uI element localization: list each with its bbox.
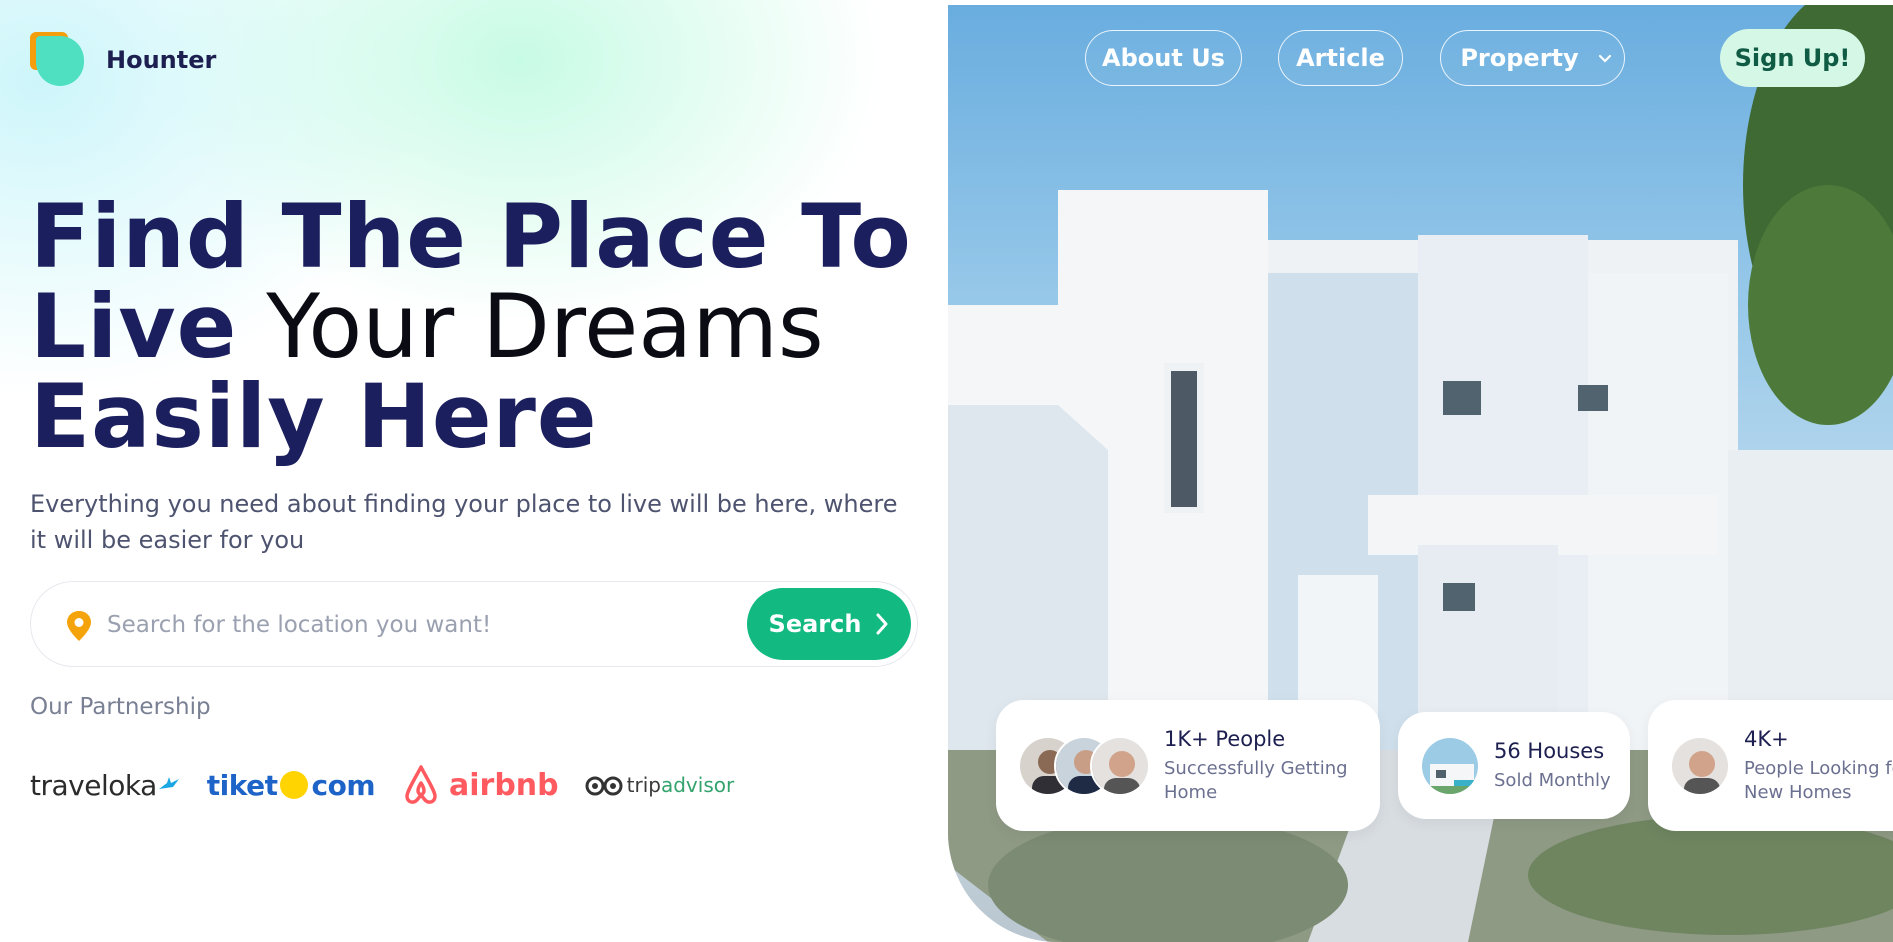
stat-title: 1K+ People — [1164, 726, 1286, 751]
search-button-label: Search — [768, 610, 862, 638]
traveloka-logo: traveloka — [30, 769, 181, 802]
stat-card-people: 1K+ People Successfully Getting Home — [996, 700, 1380, 831]
stat-card-houses: 56 Houses Sold Monthly — [1398, 712, 1630, 819]
hero-line-2-thin: Your Dreams — [266, 275, 824, 378]
house-image — [1420, 735, 1480, 796]
stat-subtitle: Sold Monthly — [1494, 769, 1611, 791]
signup-label: Sign Up! — [1734, 44, 1851, 72]
tripadvisor-logo: tripadvisor — [585, 773, 734, 797]
nav-property-label: Property — [1460, 44, 1579, 72]
stat-title: 56 Houses — [1494, 738, 1605, 763]
hero-line-3: Easily Here — [30, 365, 598, 468]
nav-about-us[interactable]: About Us — [1085, 30, 1242, 86]
partner-logos: traveloka tiket com airbnb tripadvisor — [30, 760, 760, 810]
nav-article-label: Article — [1296, 44, 1385, 72]
stat-title: 4K+ — [1744, 726, 1789, 751]
hero-line-1: Find The Place To — [30, 185, 912, 288]
hero-subtitle: Everything you need about finding your p… — [30, 490, 898, 554]
signup-button[interactable]: Sign Up! — [1720, 29, 1865, 87]
nav-article[interactable]: Article — [1278, 30, 1403, 86]
partnership-label: Our Partnership — [30, 694, 211, 720]
owl-icon — [585, 776, 623, 796]
hero-line-2-bold: Live — [30, 275, 238, 378]
avatar-group — [1018, 735, 1150, 796]
stat-subtitle: People Looking fo New Homes — [1744, 757, 1893, 803]
nav-about-label: About Us — [1102, 44, 1225, 72]
house-thumbnail — [1420, 735, 1480, 796]
brand-name: Hounter — [106, 46, 217, 74]
chevron-right-icon — [876, 613, 888, 635]
location-search-input[interactable] — [107, 604, 727, 646]
search-button[interactable]: Search — [747, 588, 911, 660]
stat-subtitle: Successfully Getting Home — [1164, 757, 1348, 803]
stat-card-looking: 4K+ People Looking fo New Homes — [1648, 700, 1893, 831]
location-search-box: Search — [30, 581, 918, 667]
airbnb-logo: airbnb — [401, 763, 559, 807]
tiket-logo: tiket com — [206, 768, 376, 802]
bird-icon — [158, 777, 179, 789]
nav-property-dropdown[interactable]: Property — [1440, 30, 1625, 86]
logo-icon — [30, 32, 86, 88]
avatar — [1670, 735, 1730, 796]
avatar-group — [1670, 735, 1730, 796]
location-pin-icon — [67, 611, 91, 641]
airbnb-icon — [405, 765, 437, 804]
chevron-down-icon — [1598, 54, 1612, 63]
hero-heading: Find The Place To Live Your Dreams Easil… — [30, 192, 912, 462]
brand-logo[interactable]: Hounter — [30, 32, 216, 88]
avatar — [1090, 735, 1150, 796]
